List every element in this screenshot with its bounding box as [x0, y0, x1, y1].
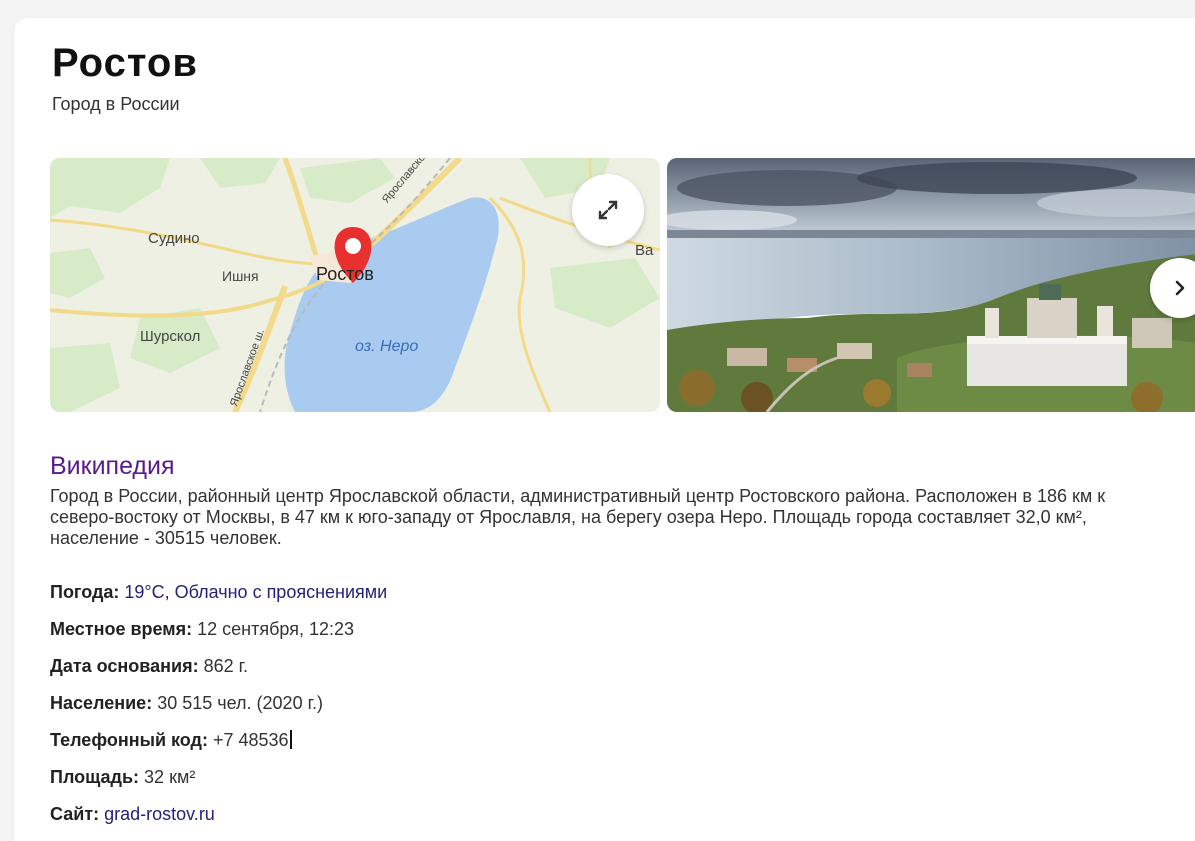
fact-value: 862 г. — [198, 656, 248, 676]
map-label-va: Ва — [635, 242, 654, 259]
city-photo-graphic — [667, 158, 1195, 412]
weather-link[interactable]: 19°C, Облачно с прояснениями — [119, 582, 387, 602]
map-expand-button[interactable] — [572, 174, 644, 246]
fact-local-time: Местное время: 12 сентября, 12:23 — [50, 619, 354, 640]
fact-population: Население: 30 515 чел. (2020 г.) — [50, 693, 323, 714]
fact-area: Площадь: 32 км² — [50, 767, 195, 788]
fact-label: Население: — [50, 693, 153, 713]
fact-label: Сайт: — [50, 804, 100, 824]
map-label-ishnya: Ишня — [222, 268, 259, 284]
fact-label: Телефонный код: — [50, 730, 208, 750]
expand-icon — [598, 200, 618, 220]
fact-label: Погода: — [50, 582, 120, 602]
fact-label: Площадь: — [50, 767, 140, 787]
entity-subtitle: Город в России — [52, 94, 180, 114]
map-label-shurskol: Шурскол — [140, 328, 201, 345]
fact-founded: Дата основания: 862 г. — [50, 656, 248, 677]
city-photo[interactable] — [667, 158, 1195, 412]
map-preview[interactable]: Судино Ишня Ростов Шурскол оз. Неро Ва Я… — [50, 158, 660, 412]
fact-weather: Погода: 19°C, Облачно с прояснениями — [50, 582, 387, 603]
fact-value: 12 сентября, 12:23 — [192, 619, 355, 639]
wiki-description: Город в России, районный центр Ярославск… — [50, 486, 1106, 548]
fact-value: 32 км² — [139, 767, 196, 787]
fact-website: Сайт: grad-rostov.ru — [50, 804, 215, 825]
entity-card: Ростов Город в России Судино Ишня Ростов… — [14, 18, 1195, 841]
chevron-right-icon — [1175, 280, 1185, 296]
fact-phone-code: Телефонный код: +7 48536 — [50, 730, 292, 751]
fact-label: Местное время: — [50, 619, 193, 639]
map-graphic — [50, 158, 660, 412]
fact-value: +7 48536 — [207, 730, 289, 750]
entity-title: Ростов — [52, 41, 198, 85]
map-label-lake: оз. Неро — [355, 338, 419, 355]
fact-value: 30 515 чел. (2020 г.) — [152, 693, 323, 713]
text-cursor — [289, 730, 292, 749]
map-label-rostov: Ростов — [316, 264, 374, 284]
fact-label: Дата основания: — [50, 656, 199, 676]
wikipedia-link[interactable]: Википедия — [50, 452, 175, 481]
website-link[interactable]: grad-rostov.ru — [99, 804, 215, 824]
map-label-sudino: Судино — [148, 230, 200, 247]
